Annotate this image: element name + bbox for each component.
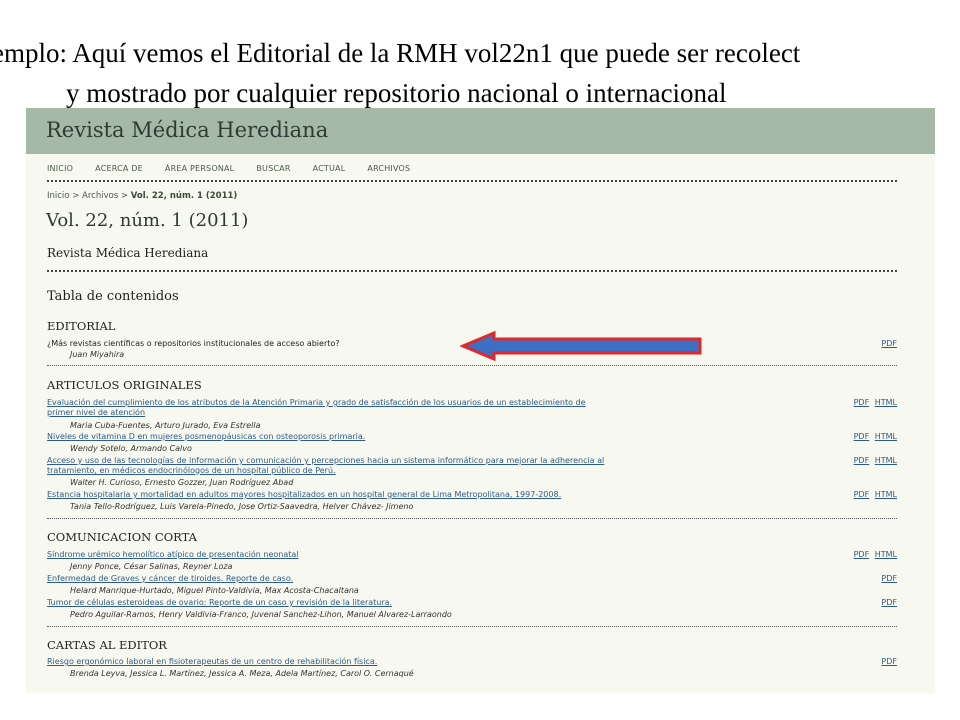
galley-links: PDF bbox=[878, 598, 897, 607]
journal-page: Revista Médica Herediana INICIO ACERCA D… bbox=[26, 108, 935, 693]
html-link[interactable]: HTML bbox=[875, 432, 897, 441]
pdf-link[interactable]: PDF bbox=[881, 657, 897, 666]
header-divider bbox=[47, 270, 897, 272]
galley-links: PDF HTML bbox=[851, 398, 897, 407]
html-link[interactable]: HTML bbox=[875, 490, 897, 499]
galley-links: PDF bbox=[878, 657, 897, 666]
article-title[interactable]: Niveles de vitamina D en mujeres posmeno… bbox=[47, 432, 607, 442]
nav-area-personal[interactable]: ÁREA PERSONAL bbox=[165, 164, 234, 180]
article-title[interactable]: Acceso y uso de las tecnologías de infor… bbox=[47, 456, 607, 475]
html-link[interactable]: HTML bbox=[875, 550, 897, 559]
article-title[interactable]: Evaluación del cumplimiento de los atrib… bbox=[47, 398, 607, 417]
galley-links: PDF HTML bbox=[851, 456, 897, 465]
galley-links: PDF HTML bbox=[851, 550, 897, 559]
breadcrumb-current[interactable]: Vol. 22, núm. 1 (2011) bbox=[131, 191, 238, 201]
galley-links: PDF HTML bbox=[851, 432, 897, 441]
issue-title: Vol. 22, núm. 1 (2011) bbox=[46, 210, 249, 231]
html-link[interactable]: HTML bbox=[875, 398, 897, 407]
article-authors: Brenda Leyva, Jessica L. Martínez, Jessi… bbox=[70, 669, 414, 678]
pdf-link[interactable]: PDF bbox=[881, 339, 897, 348]
galley-links: PDF bbox=[878, 574, 897, 583]
article-title[interactable]: Tumor de células esteroideas de ovario: … bbox=[47, 598, 607, 608]
galley-links: PDF bbox=[878, 339, 897, 348]
breadcrumb: Inicio > Archivos > Vol. 22, núm. 1 (201… bbox=[47, 191, 237, 201]
toc-heading: Tabla de contenidos bbox=[47, 289, 179, 304]
breadcrumb-home[interactable]: Inicio bbox=[47, 191, 70, 201]
pdf-link[interactable]: PDF bbox=[854, 550, 870, 559]
article-authors: Juan Miyahira bbox=[70, 350, 125, 359]
article-authors: Wendy Sotelo, Armando Calvo bbox=[70, 444, 192, 453]
article-title[interactable]: Síndrome urémico hemolítico atípico de p… bbox=[47, 550, 607, 560]
nav-archivos[interactable]: ARCHIVOS bbox=[367, 164, 410, 180]
section-title: CARTAS AL EDITOR bbox=[47, 638, 167, 652]
article-title[interactable]: Riesgo ergonómico laboral en fisioterape… bbox=[47, 657, 607, 667]
nav-divider bbox=[47, 180, 897, 182]
nav-inicio[interactable]: INICIO bbox=[47, 164, 73, 180]
nav-buscar[interactable]: BUSCAR bbox=[256, 164, 290, 180]
caption-line-2: y mostrado por cualquier repositorio nac… bbox=[66, 78, 727, 108]
pdf-link[interactable]: PDF bbox=[854, 432, 870, 441]
section-divider bbox=[47, 626, 897, 627]
section-divider bbox=[47, 518, 897, 519]
article-authors: Tania Tello-Rodríguez, Luis Varela-Pined… bbox=[70, 502, 414, 511]
pdf-link[interactable]: PDF bbox=[854, 490, 870, 499]
journal-title[interactable]: Revista Médica Herediana bbox=[46, 118, 328, 142]
galley-links: PDF HTML bbox=[851, 490, 897, 499]
section-title: ARTICULOS ORIGINALES bbox=[47, 378, 202, 392]
site-banner: Revista Médica Herediana bbox=[26, 108, 935, 154]
pdf-link[interactable]: PDF bbox=[854, 398, 870, 407]
issue-subtitle: Revista Médica Herediana bbox=[47, 246, 209, 260]
caption-line-1: emplo: Aquí vemos el Editorial de la RMH… bbox=[0, 38, 801, 68]
breadcrumb-archives[interactable]: Archivos bbox=[82, 191, 118, 201]
article-authors: Helard Manrique-Hurtado, Miguel Pinto-Va… bbox=[70, 586, 359, 595]
html-link[interactable]: HTML bbox=[875, 456, 897, 465]
section-title: EDITORIAL bbox=[47, 319, 116, 333]
section-divider bbox=[47, 365, 897, 366]
pdf-link[interactable]: PDF bbox=[854, 456, 870, 465]
nav-acerca-de[interactable]: ACERCA DE bbox=[95, 164, 143, 180]
section-title: COMUNICACION CORTA bbox=[47, 530, 197, 544]
nav-actual[interactable]: ACTUAL bbox=[313, 164, 346, 180]
breadcrumb-sep: > bbox=[72, 191, 80, 201]
article-title[interactable]: Estancia hospitalaria y mortalidad en ad… bbox=[47, 490, 607, 500]
slide-caption: emplo: Aquí vemos el Editorial de la RMH… bbox=[0, 0, 960, 110]
article-authors: Jenny Ponce, César Salinas, Reyner Loza bbox=[70, 562, 233, 571]
breadcrumb-sep: > bbox=[120, 191, 129, 201]
article-authors: Walter H. Curioso, Ernesto Gozzer, Juan … bbox=[70, 478, 294, 487]
pdf-link[interactable]: PDF bbox=[881, 574, 897, 583]
left-arrow-icon bbox=[460, 330, 702, 362]
pdf-link[interactable]: PDF bbox=[881, 598, 897, 607]
article-authors: Pedro Aguilar-Ramos, Henry Valdivia-Fran… bbox=[70, 610, 452, 619]
main-nav: INICIO ACERCA DE ÁREA PERSONAL BUSCAR AC… bbox=[47, 164, 897, 180]
article-title[interactable]: Enfermedad de Graves y cáncer de tiroide… bbox=[47, 574, 607, 584]
article-authors: Maria Cuba-Fuentes, Arturo Jurado, Eva E… bbox=[70, 421, 261, 430]
